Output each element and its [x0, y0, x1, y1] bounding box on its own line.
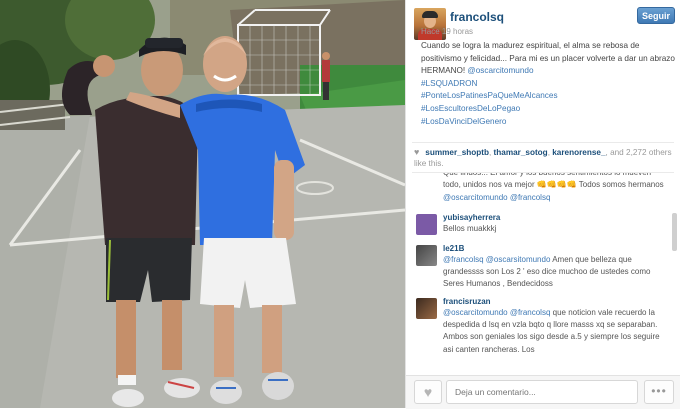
- caption-text: Cuando se logra la madurez espiritual, e…: [421, 41, 675, 76]
- post-footer: ♥ •••: [406, 375, 680, 409]
- liker-link[interactable]: summer_shoptb: [425, 148, 489, 157]
- hashtag-link[interactable]: #LSQUADRON: [421, 78, 676, 91]
- photo-illustration: [0, 0, 405, 408]
- comment-item: le21B @francolsq @oscarsitomundo Amen qu…: [406, 243, 671, 291]
- comment-text: Que lindos... El amor y los buenos senti…: [443, 173, 667, 204]
- hashtag-link[interactable]: #LosDaVinciDelGenero: [421, 116, 676, 129]
- commenter-username[interactable]: francisruzan: [443, 296, 667, 307]
- hashtag-link[interactable]: #LosEscultoresDeLoPegao: [421, 103, 676, 116]
- likes-count[interactable]: 2,272: [626, 148, 647, 157]
- like-button[interactable]: ♥: [414, 380, 442, 404]
- likes-and: and: [610, 148, 624, 157]
- post-timestamp: Hace 19 horas: [421, 27, 474, 36]
- commenter-avatar[interactable]: [416, 297, 437, 319]
- comment-mention[interactable]: @oscarcitomundo @francolsq: [443, 308, 550, 317]
- comment-mention[interactable]: @oscarcitomundo @francolsq: [443, 193, 550, 202]
- comment-item: yubisayherrera Bellos muakkkj: [406, 212, 671, 238]
- comments-scrollbar[interactable]: [672, 213, 677, 251]
- commenter-avatar[interactable]: [416, 244, 437, 266]
- ellipsis-icon: •••: [651, 384, 667, 398]
- heart-icon: ♥: [423, 384, 433, 400]
- post-photo[interactable]: [0, 0, 405, 408]
- comment-body: Que lindos... El amor y los buenos senti…: [443, 173, 664, 190]
- liker-link[interactable]: thamar_sotog: [494, 148, 548, 157]
- follow-button[interactable]: Seguir: [637, 7, 675, 24]
- hashtag-link[interactable]: #PonteLosPatinesPaQueMeAlcances: [421, 90, 676, 103]
- comment-text: @oscarcitomundo @francolsq que noticion …: [443, 307, 667, 356]
- post-header: francolsq Seguir Hace 19 horas Cuando se…: [406, 0, 680, 140]
- author-username[interactable]: francolsq: [450, 10, 504, 24]
- post-caption: Cuando se logra la madurez espiritual, e…: [421, 40, 676, 128]
- comment-item: francisruzan @oscarcitomundo @francolsq …: [406, 296, 671, 356]
- commenter-username[interactable]: yubisayherrera: [443, 212, 667, 223]
- heart-icon: ♥: [414, 147, 420, 157]
- comment-text: Bellos muakkkj: [443, 223, 497, 233]
- divider: [412, 142, 674, 143]
- more-options-button[interactable]: •••: [644, 380, 674, 404]
- comment-input[interactable]: [446, 380, 638, 404]
- commenter-avatar[interactable]: [416, 213, 437, 235]
- comment-item: Que lindos... El amor y los buenos senti…: [406, 173, 671, 204]
- comments-list[interactable]: Que lindos... El amor y los buenos senti…: [406, 173, 671, 375]
- comment-text: @francolsq @oscarsitomundo Amen que bell…: [443, 254, 667, 291]
- commenter-username[interactable]: le21B: [443, 243, 667, 254]
- caption-mention[interactable]: @oscarcitomundo: [467, 66, 533, 75]
- post-detail-panel: francolsq Seguir Hace 19 horas Cuando se…: [405, 0, 680, 409]
- likes-summary: ♥ summer_shoptb, thamar_sotog, karenoren…: [414, 147, 672, 168]
- comment-mention[interactable]: @francolsq @oscarsitomundo: [443, 255, 550, 264]
- liker-link[interactable]: karenorense_: [552, 148, 605, 157]
